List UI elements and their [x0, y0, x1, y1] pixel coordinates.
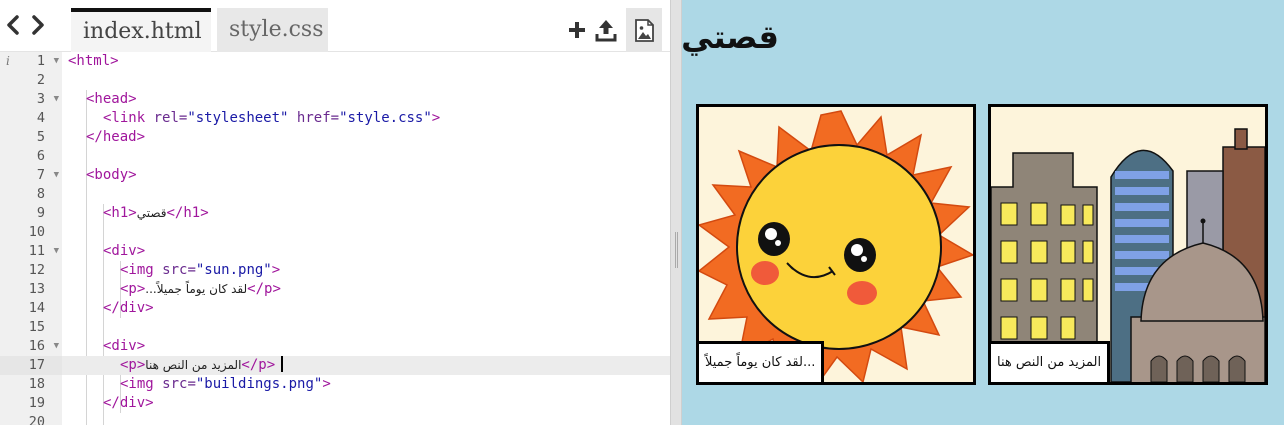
line-number-current: 17 — [0, 356, 62, 375]
line-number: 18 — [28, 376, 45, 392]
comic-panel-buildings: المزيد من النص هنا — [988, 104, 1268, 385]
line-number-gutter: i 1 ▼ 2 3 ▼ 4 5 6 7 ▼ 8 9 10 11 ▼ 12 13 14 15… — [0, 52, 62, 425]
line-number: i 1 ▼ — [6, 52, 59, 71]
code-line-13: <p>...لقد كان يوماً جميلاً</p> — [120, 281, 281, 297]
code-line-17-current: <p>المزيد من النص هنا</p> — [62, 356, 670, 375]
plus-icon — [569, 22, 585, 38]
code-line-1: <html> — [68, 53, 119, 69]
line-number: 4 — [36, 110, 45, 126]
chevron-left-icon — [7, 15, 19, 35]
line-number: 2 — [36, 72, 45, 88]
line-number: 20 — [28, 414, 45, 425]
line-number: 7 ▼ — [36, 166, 59, 185]
fold-arrow-icon[interactable]: ▼ — [54, 337, 59, 356]
fold-arrow-icon[interactable]: ▼ — [54, 242, 59, 261]
code-line-4: <link rel="stylesheet" href="style.css"> — [103, 110, 441, 126]
line-number: 8 — [36, 186, 45, 202]
preview-title: قصتي — [682, 18, 779, 56]
back-button[interactable] — [3, 14, 25, 40]
code-editor-pane: index.html style.css i 1 ▼ 2 3 ▼ 4 5 6 7 ▼ 8… — [0, 0, 670, 425]
code-line-12: <img src="sun.png"> — [120, 262, 281, 278]
splitter-grip-icon[interactable] — [675, 232, 678, 268]
add-file-button[interactable] — [562, 12, 592, 46]
code-line-7: <body> — [86, 167, 137, 183]
line-number: 16 ▼ — [28, 337, 59, 356]
upload-button[interactable] — [591, 12, 621, 46]
line-number: 11 ▼ — [28, 242, 59, 261]
fold-arrow-icon[interactable]: ▼ — [54, 166, 59, 185]
code-line-3: <head> — [86, 91, 137, 107]
image-preview-button[interactable] — [626, 8, 662, 52]
image-preview-icon — [635, 19, 654, 42]
tab-style-css[interactable]: style.css — [217, 8, 328, 52]
line-number: 9 — [36, 205, 45, 221]
code-line-5: </head> — [86, 129, 146, 145]
line-number: 6 — [36, 148, 45, 164]
upload-icon — [595, 20, 617, 42]
comic-panel-sun: ...لقد كان يوماً جميلاً — [696, 104, 976, 385]
code-line-19: </div> — [103, 395, 154, 411]
line-number: 5 — [36, 129, 45, 145]
line-number: 10 — [28, 224, 45, 240]
pane-splitter[interactable] — [670, 0, 682, 425]
fold-arrow-icon[interactable]: ▼ — [54, 52, 59, 71]
line-number: 3 ▼ — [36, 90, 59, 109]
code-line-11: <div> — [103, 243, 146, 259]
line-number: 15 — [28, 319, 45, 335]
line-number: 19 — [28, 395, 45, 411]
chevron-right-icon — [32, 15, 44, 35]
panel-caption: المزيد من النص هنا — [991, 341, 1111, 382]
line-number: 12 — [28, 262, 45, 278]
text-cursor — [281, 356, 284, 372]
editor-toolbar: index.html style.css — [0, 0, 670, 52]
code-area[interactable]: <html> <head> <link rel="stylesheet" hre… — [62, 52, 670, 425]
code-line-9: <h1>قصتي</h1> — [103, 205, 209, 221]
preview-pane: قصتي ...لقد كان يوماً جميلاً المزيد من ا… — [682, 0, 1284, 425]
tab-index-html[interactable]: index.html — [71, 8, 211, 52]
code-line-18: <img src="buildings.png"> — [120, 376, 331, 392]
line-number: 13 — [28, 281, 45, 297]
code-line-16: <div> — [103, 338, 146, 354]
panel-caption: ...لقد كان يوماً جميلاً — [699, 341, 825, 382]
info-icon: i — [6, 54, 10, 68]
fold-arrow-icon[interactable]: ▼ — [54, 90, 59, 109]
code-line-14: </div> — [103, 300, 154, 316]
forward-button[interactable] — [26, 14, 48, 40]
indent-guide — [86, 185, 87, 425]
line-number: 14 — [28, 300, 45, 316]
